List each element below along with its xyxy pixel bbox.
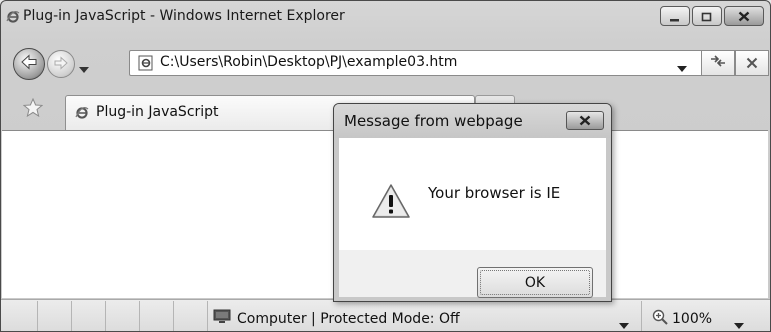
refresh-icon (709, 54, 727, 72)
zone-text: Computer | Protected Mode: Off (237, 310, 460, 327)
zoom-level: 100% (672, 311, 713, 327)
dialog-message: Your browser is IE (428, 184, 561, 202)
warning-icon (371, 183, 411, 223)
refresh-button[interactable] (701, 50, 735, 76)
ie-icon (75, 106, 89, 120)
security-dropdown[interactable] (619, 315, 629, 331)
status-separator (641, 301, 642, 331)
alert-dialog: Message from webpage Your browser is IE … (333, 103, 612, 302)
security-zone[interactable]: Computer | Protected Mode: Off (213, 309, 460, 328)
address-bar[interactable]: C:\Users\Robin\Desktop\PJ\example03.htm (129, 50, 703, 76)
dialog-title-bar: Message from webpage (334, 104, 611, 138)
close-window-button[interactable] (724, 6, 764, 26)
dialog-footer: OK (339, 250, 606, 298)
stop-icon (746, 54, 758, 73)
star-icon (22, 97, 44, 122)
back-button[interactable] (13, 48, 45, 80)
maximize-button[interactable] (692, 6, 722, 26)
address-dropdown[interactable] (677, 58, 687, 77)
chevron-down-icon (79, 59, 89, 78)
chevron-down-icon (734, 315, 744, 331)
address-text: C:\Users\Robin\Desktop\PJ\example03.htm (160, 54, 458, 70)
tab-label: Plug-in JavaScript (96, 104, 219, 120)
title-bar: Plug-in JavaScript - Windows Internet Ex… (1, 1, 770, 41)
chevron-down-icon (619, 315, 629, 331)
zoom-dropdown[interactable] (734, 315, 744, 331)
close-icon (579, 111, 591, 130)
ok-button[interactable]: OK (477, 267, 593, 298)
recent-pages-dropdown[interactable] (79, 59, 89, 78)
forward-button[interactable] (47, 50, 75, 78)
chevron-down-icon (677, 58, 687, 77)
page-icon (138, 55, 153, 71)
zoom-icon (652, 309, 668, 329)
maximize-icon (701, 7, 713, 26)
ie-icon (6, 10, 20, 24)
stop-button[interactable] (735, 50, 769, 76)
back-arrow-icon (20, 54, 38, 74)
dialog-body: Your browser is IE (339, 138, 606, 250)
forward-arrow-icon (53, 55, 69, 74)
status-separator (173, 301, 174, 331)
favorites-button[interactable] (22, 97, 44, 122)
minimize-icon (669, 7, 681, 26)
minimize-button[interactable] (660, 6, 690, 26)
status-separator (71, 301, 72, 331)
dialog-close-button[interactable] (566, 111, 604, 130)
zoom-control[interactable]: 100% (652, 309, 712, 329)
status-separator (207, 301, 208, 331)
dialog-title: Message from webpage (344, 112, 523, 130)
status-separator (37, 301, 38, 331)
close-icon (738, 7, 750, 26)
status-separator (105, 301, 106, 331)
window-title: Plug-in JavaScript - Windows Internet Ex… (23, 8, 345, 24)
computer-icon (213, 309, 231, 328)
status-separator (139, 301, 140, 331)
